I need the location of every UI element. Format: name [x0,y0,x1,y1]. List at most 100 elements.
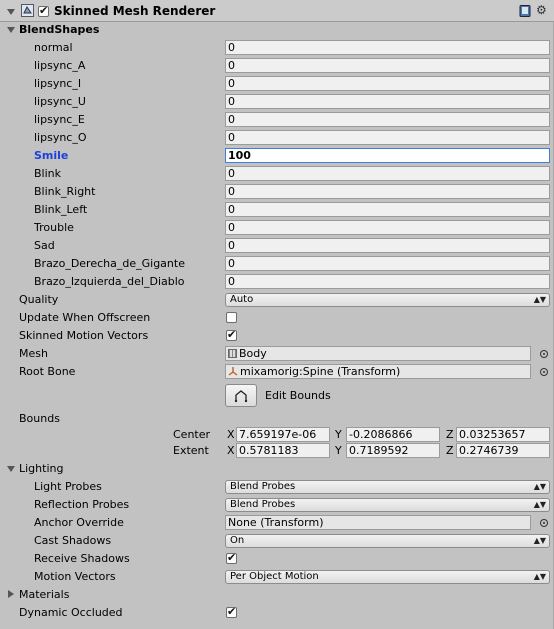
blendshape-value-field[interactable]: 0 [225,274,550,289]
reflection-probes-label: Reflection Probes [34,498,130,511]
blendshape-label: lipsync_A [34,59,86,72]
light-probes-value: Blend Probes [230,481,296,492]
motion-vectors-dropdown[interactable]: Per Object Motion ▲▼ [225,570,550,584]
extent-x-field[interactable]: 0.5781183 [236,443,330,458]
motion-vectors-value: Per Object Motion [230,571,319,582]
reflection-probes-value: Blend Probes [230,499,296,510]
extent-z-axis-label: Z [446,444,454,457]
bounds-label: Bounds [19,412,60,425]
cast-shadows-dropdown[interactable]: On ▲▼ [225,534,550,548]
dynamic-occluded-label: Dynamic Occluded [19,606,123,619]
mesh-label: Mesh [19,347,48,360]
center-x-field[interactable]: 7.659197e-06 [236,427,330,442]
blendshape-label: Trouble [34,221,74,234]
lighting-foldout-arrow[interactable] [7,466,15,472]
root-bone-field[interactable]: mixamorig:Spine (Transform) [225,364,531,379]
blendshape-label: Blink [34,167,62,180]
update-offscreen-label: Update When Offscreen [19,311,151,324]
blendshape-label: Sad [34,239,55,252]
blendshape-label: lipsync_U [34,95,86,108]
center-z-axis-label: Z [446,428,454,441]
component-foldout-arrow[interactable] [7,9,15,15]
blendshapes-foldout-arrow[interactable] [7,27,15,33]
blendshape-value-field[interactable]: 0 [225,94,550,109]
skinned-motion-checkbox[interactable] [226,328,237,341]
mesh-value: Body [239,347,267,360]
blendshape-label: lipsync_I [34,77,82,90]
bounds-extent-label: Extent [173,444,209,457]
quality-label: Quality [19,293,59,306]
blendshape-value-field[interactable]: 0 [225,76,550,91]
motion-vectors-label: Motion Vectors [34,570,116,583]
center-y-field[interactable]: -0.2086866 [346,427,440,442]
cast-shadows-value: On [230,535,245,546]
anchor-override-picker-icon[interactable] [540,519,548,527]
skinned-mesh-renderer-icon [21,4,34,17]
extent-x-axis-label: X [227,444,235,457]
blendshape-label: Brazo_Derecha_de_Gigante [34,257,185,270]
blendshape-value-field[interactable]: 100 [225,148,550,163]
bounds-center-label: Center [173,428,211,441]
quality-dropdown[interactable]: Auto ▲▼ [225,293,550,307]
light-probes-label: Light Probes [34,480,102,493]
blendshape-value-field[interactable]: 0 [225,166,550,181]
quality-value: Auto [230,294,254,305]
blendshapes-title[interactable]: BlendShapes [19,23,99,37]
blendshape-label: Smile [34,149,69,162]
edit-bounds-icon [234,389,249,406]
dropdown-arrow-icon: ▲▼ [533,295,546,304]
component-title: Skinned Mesh Renderer [54,4,216,18]
receive-shadows-label: Receive Shadows [34,552,130,565]
blendshape-value-field[interactable]: 0 [225,112,550,127]
extent-y-field[interactable]: 0.7189592 [346,443,440,458]
cast-shadows-label: Cast Shadows [34,534,112,547]
light-probes-dropdown[interactable]: Blend Probes ▲▼ [225,480,550,494]
root-bone-picker-icon[interactable] [540,368,548,376]
anchor-override-field[interactable]: None (Transform) [225,515,531,530]
dropdown-arrow-icon: ▲▼ [533,500,546,509]
blendshape-value-field[interactable]: 0 [225,220,550,235]
blendshape-value-field[interactable]: 0 [225,58,550,73]
blendshape-value-field[interactable]: 0 [225,238,550,253]
component-enabled-checkbox[interactable] [38,4,49,17]
blendshape-label: Blink_Right [34,185,96,198]
lighting-title[interactable]: Lighting [19,462,63,476]
center-z-field[interactable]: 0.03253657 [456,427,550,442]
blendshape-value-field[interactable]: 0 [225,40,550,55]
anchor-override-label: Anchor Override [34,516,124,529]
blendshape-label: lipsync_E [34,113,85,126]
blendshape-label: Brazo_Izquierda_del_Diablo [34,275,185,288]
mesh-picker-icon[interactable] [540,350,548,358]
blendshape-value-field[interactable]: 0 [225,256,550,271]
help-book-icon[interactable] [519,5,531,17]
anchor-override-value: None (Transform) [228,516,324,529]
mesh-field[interactable]: Body [225,346,531,361]
reflection-probes-dropdown[interactable]: Blend Probes ▲▼ [225,498,550,512]
materials-title[interactable]: Materials [19,588,69,602]
dropdown-arrow-icon: ▲▼ [533,572,546,581]
dropdown-arrow-icon: ▲▼ [533,482,546,491]
root-bone-value: mixamorig:Spine (Transform) [240,365,401,378]
blendshape-value-field[interactable]: 0 [225,202,550,217]
edit-bounds-button[interactable] [225,384,257,407]
blendshape-value-field[interactable]: 0 [225,130,550,145]
blendshape-value-field[interactable]: 0 [225,184,550,199]
extent-y-axis-label: Y [335,444,342,457]
component-header[interactable]: Skinned Mesh Renderer ⚙ [0,0,554,22]
blendshape-label: Blink_Left [34,203,88,216]
transform-icon [228,366,238,379]
update-offscreen-checkbox[interactable] [226,312,237,323]
skinned-motion-label: Skinned Motion Vectors [19,329,149,342]
inspector-panel: Skinned Mesh Renderer ⚙ BlendShapes norm… [0,0,554,629]
blendshape-label: lipsync_O [34,131,87,144]
dynamic-occluded-checkbox[interactable] [226,605,237,618]
materials-foldout-arrow[interactable] [8,590,14,598]
root-bone-label: Root Bone [19,365,76,378]
center-y-axis-label: Y [335,428,342,441]
edit-bounds-label: Edit Bounds [265,389,331,402]
receive-shadows-checkbox[interactable] [226,551,237,564]
blendshape-label: normal [34,41,73,54]
dropdown-arrow-icon: ▲▼ [533,536,546,545]
extent-z-field[interactable]: 0.2746739 [456,443,550,458]
gear-icon[interactable]: ⚙ [536,4,547,17]
